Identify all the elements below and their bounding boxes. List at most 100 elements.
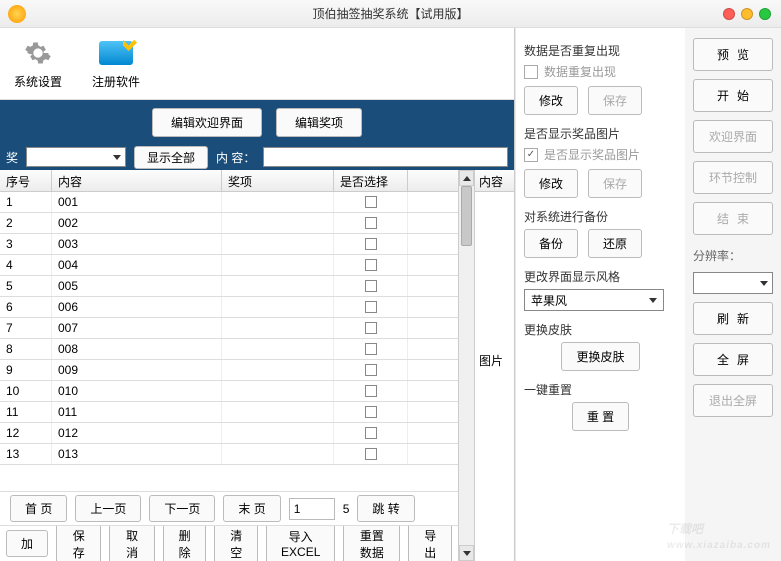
exit-fullscreen-button[interactable]: 退出全屏 [693,384,773,417]
cell-selected[interactable] [334,297,408,317]
table-row[interactable]: 12012 [0,423,458,444]
image-checkbox-row[interactable]: ✓是否显示奖品图片 [524,146,677,163]
cell-prize [222,381,334,401]
restore-button[interactable]: 还原 [588,229,642,258]
start-button[interactable]: 开始 [693,79,773,112]
table-row[interactable]: 2002 [0,213,458,234]
clear-button[interactable]: 清空 [214,525,258,561]
add-button[interactable]: 加 [6,530,48,557]
reset-data-button[interactable]: 重置数据 [343,525,400,561]
edit-prize-button[interactable]: 编辑奖项 [276,108,362,137]
chevron-down-icon [649,298,657,303]
preview-button[interactable]: 预览 [693,38,773,71]
prize-select[interactable] [26,147,126,167]
export-button[interactable]: 导出 [408,525,452,561]
cell-selected[interactable] [334,339,408,359]
scroll-up-icon[interactable] [459,170,474,186]
cell-seq: 10 [0,381,52,401]
jump-button[interactable]: 跳 转 [357,495,414,522]
segment-control-button[interactable]: 环节控制 [693,161,773,194]
export-excel-button[interactable]: 导入EXCEL [266,525,335,561]
welcome-screen-button[interactable]: 欢迎界面 [693,120,773,153]
sec-skin-title: 更换皮肤 [524,321,677,338]
checkbox-icon [365,427,377,439]
first-page-button[interactable]: 首 页 [10,495,67,522]
last-page-button[interactable]: 末 页 [223,495,280,522]
cell-prize [222,213,334,233]
table-row[interactable]: 9009 [0,360,458,381]
save-image-button[interactable]: 保存 [588,169,642,198]
gear-icon [24,39,52,67]
table-row[interactable]: 4004 [0,255,458,276]
cell-prize [222,234,334,254]
table-row[interactable]: 8008 [0,339,458,360]
cell-selected[interactable] [334,276,408,296]
cell-content: 013 [52,444,222,464]
minimize-icon[interactable] [741,8,753,20]
delete-button[interactable]: 删除 [163,525,207,561]
backup-button[interactable]: 备份 [524,229,578,258]
cell-selected[interactable] [334,255,408,275]
checkbox-icon [524,65,538,79]
cell-content: 001 [52,192,222,212]
cell-prize [222,297,334,317]
checkbox-icon [365,280,377,292]
edit-welcome-button[interactable]: 编辑欢迎界面 [152,108,262,137]
cell-content: 011 [52,402,222,422]
checkbox-icon [365,343,377,355]
table-row[interactable]: 3003 [0,234,458,255]
cell-selected[interactable] [334,318,408,338]
scroll-thumb[interactable] [461,186,472,246]
content-filter-label: 内 容： [216,149,255,166]
cancel-button[interactable]: 取 消 [109,525,154,561]
cell-selected[interactable] [334,192,408,212]
col-seq: 序号 [0,170,52,191]
save-repeat-button[interactable]: 保存 [588,86,642,115]
register-button[interactable]: 注册软件 [92,37,140,90]
modify-repeat-button[interactable]: 修改 [524,86,578,115]
close-icon[interactable] [723,8,735,20]
cell-seq: 9 [0,360,52,380]
next-page-button[interactable]: 下一页 [149,495,215,522]
save-button[interactable]: 保 存 [56,525,101,561]
fullscreen-button[interactable]: 全屏 [693,343,773,376]
cell-content: 003 [52,234,222,254]
cell-prize [222,255,334,275]
table-row[interactable]: 5005 [0,276,458,297]
table-row[interactable]: 7007 [0,318,458,339]
table-row[interactable]: 6006 [0,297,458,318]
window-controls [723,8,771,20]
scroll-down-icon[interactable] [459,545,474,561]
vertical-scrollbar[interactable] [458,170,474,561]
cell-selected[interactable] [334,360,408,380]
checkbox-icon [365,238,377,250]
table-row[interactable]: 11011 [0,402,458,423]
refresh-button[interactable]: 刷新 [693,302,773,335]
modify-image-button[interactable]: 修改 [524,169,578,198]
cell-selected[interactable] [334,213,408,233]
repeat-checkbox-row[interactable]: 数据重复出现 [524,63,677,80]
table-row[interactable]: 1001 [0,192,458,213]
cell-selected[interactable] [334,444,408,464]
page-input[interactable] [289,498,335,520]
table-row[interactable]: 10010 [0,381,458,402]
end-button[interactable]: 结束 [693,202,773,235]
prev-page-button[interactable]: 上一页 [75,495,141,522]
content-filter-input[interactable] [263,147,508,167]
settings-button[interactable]: 系统设置 [14,37,62,90]
cell-selected[interactable] [334,234,408,254]
cell-selected[interactable] [334,423,408,443]
cell-selected[interactable] [334,381,408,401]
cell-prize [222,318,334,338]
side-content-header: 内容 [475,170,514,192]
reset-all-button[interactable]: 重 置 [572,402,629,431]
change-skin-button[interactable]: 更换皮肤 [561,342,639,371]
style-select[interactable]: 苹果风 [524,289,664,311]
page-total: 5 [343,502,350,516]
table-row[interactable]: 13013 [0,444,458,465]
resolution-select[interactable] [693,272,773,294]
cell-selected[interactable] [334,402,408,422]
checkbox-icon [365,196,377,208]
maximize-icon[interactable] [759,8,771,20]
show-all-button[interactable]: 显示全部 [134,146,208,169]
